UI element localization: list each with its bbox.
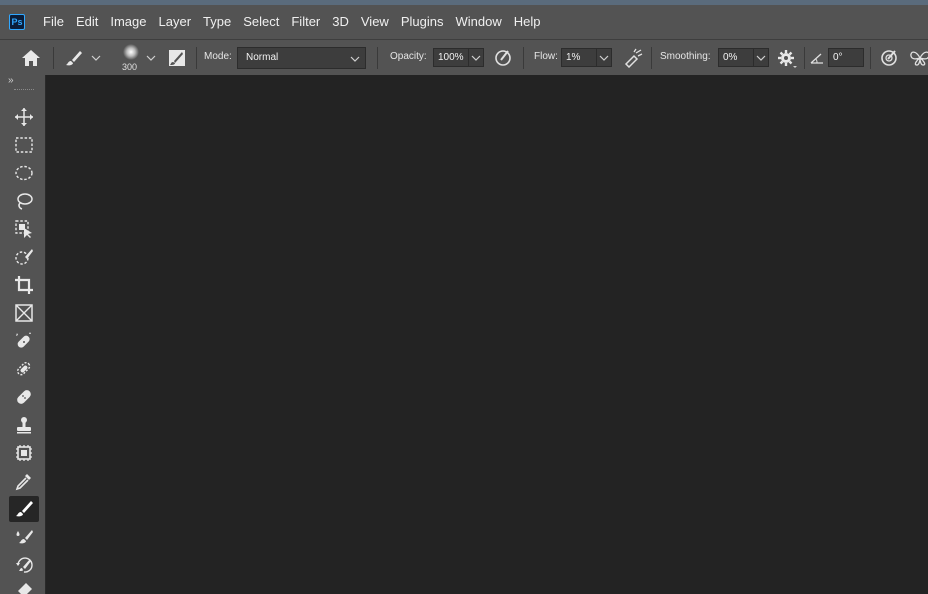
panel-grip[interactable] [14, 89, 34, 92]
crop-tool[interactable] [9, 272, 39, 298]
crop-icon [15, 276, 33, 294]
menu-filter[interactable]: Filter [285, 5, 326, 39]
eraser-icon [18, 583, 32, 594]
eyedropper-icon [15, 474, 31, 491]
collapse-panel-icon[interactable]: » [8, 75, 13, 86]
menu-image[interactable]: Image [104, 5, 152, 39]
document-canvas-area[interactable] [47, 75, 928, 594]
opacity-chevron-down-icon[interactable] [468, 48, 484, 67]
smoothing-field[interactable]: 0% [718, 48, 754, 67]
airbrush-icon[interactable] [622, 48, 644, 69]
lasso-tool[interactable] [9, 188, 39, 214]
tool-preset-chevron-down-icon[interactable] [88, 48, 104, 67]
spot-healing-brush-tool[interactable] [9, 328, 39, 354]
tool-preset-brush-icon[interactable] [63, 48, 85, 68]
menu-edit[interactable]: Edit [70, 5, 104, 39]
healing-brush-icon [17, 390, 31, 404]
object-selection-icon [15, 220, 32, 238]
healing-brush-tool[interactable] [9, 384, 39, 410]
menu-bar: Ps File Edit Image Layer Type Select Fil… [0, 5, 928, 39]
menu-select[interactable]: Select [237, 5, 285, 39]
pattern-icon [16, 445, 32, 461]
separator [523, 47, 524, 69]
mixer-brush-tool[interactable] [9, 524, 39, 550]
frame-icon [15, 304, 33, 322]
opacity-label: Opacity: [390, 51, 427, 62]
mode-value: Normal [246, 52, 279, 63]
history-brush-icon [16, 557, 33, 573]
brush-preset-chevron-down-icon[interactable] [143, 48, 159, 67]
menu-file[interactable]: File [37, 5, 70, 39]
menu-window[interactable]: Window [449, 5, 507, 39]
symmetry-butterfly-icon[interactable] [908, 48, 928, 68]
brush-tool[interactable] [9, 496, 39, 522]
frame-tool[interactable] [9, 300, 39, 326]
elliptical-marquee-tool[interactable] [9, 160, 39, 186]
object-selection-tool[interactable] [9, 216, 39, 242]
flow-label: Flow: [534, 51, 558, 62]
clone-stamp-tool[interactable] [9, 412, 39, 438]
mode-select[interactable]: Normal [237, 47, 366, 69]
separator [804, 47, 805, 69]
separator [651, 47, 652, 69]
history-brush-tool[interactable] [9, 552, 39, 578]
brush-icon [16, 501, 33, 517]
smoothing-settings-gear-icon[interactable] [776, 48, 798, 70]
mixer-brush-icon [16, 530, 33, 544]
flow-chevron-down-icon[interactable] [596, 48, 612, 67]
mode-chevron-down-icon [350, 56, 360, 62]
remove-icon [16, 361, 31, 376]
remove-tool[interactable] [9, 356, 39, 382]
menu-view[interactable]: View [355, 5, 395, 39]
pressure-opacity-icon[interactable] [493, 48, 513, 68]
brush-size-value: 300 [122, 62, 138, 72]
separator [53, 47, 54, 69]
menu-3d[interactable]: 3D [326, 5, 355, 39]
separator [196, 47, 197, 69]
rectangular-marquee-tool[interactable] [9, 132, 39, 158]
stamp-icon [17, 417, 31, 434]
separator [377, 47, 378, 69]
move-tool[interactable] [9, 104, 39, 130]
menu-type[interactable]: Type [197, 5, 237, 39]
pattern-stamp-tool[interactable] [9, 440, 39, 466]
quick-selection-icon [15, 249, 33, 265]
opacity-field[interactable]: 100% [433, 48, 469, 67]
tools-panel: » [0, 75, 46, 594]
quick-selection-tool[interactable] [9, 244, 39, 270]
lasso-icon [17, 193, 33, 210]
separator [870, 47, 871, 69]
flow-field[interactable]: 1% [561, 48, 597, 67]
brush-preset-icon[interactable] [120, 43, 142, 63]
home-icon[interactable] [20, 48, 42, 68]
angle-icon [809, 50, 825, 66]
marquee-rect-icon [15, 137, 33, 153]
move-icon [15, 108, 33, 126]
eraser-tool[interactable] [9, 580, 39, 594]
mode-label: Mode: [204, 51, 232, 62]
spot-healing-icon [16, 332, 31, 348]
smoothing-chevron-down-icon[interactable] [753, 48, 769, 67]
marquee-ellipse-icon [15, 165, 33, 181]
brush-settings-panel-icon[interactable] [167, 48, 187, 68]
menu-layer[interactable]: Layer [153, 5, 198, 39]
angle-field[interactable]: 0° [828, 48, 864, 67]
menu-plugins[interactable]: Plugins [395, 5, 450, 39]
pressure-size-icon[interactable] [878, 48, 900, 68]
eyedropper-tool[interactable] [9, 468, 39, 494]
menu-help[interactable]: Help [508, 5, 547, 39]
options-bar: 300 Mode: Normal Opacity: 100% Flow: 1% … [0, 39, 928, 75]
photoshop-logo-icon[interactable]: Ps [9, 14, 25, 30]
smoothing-label: Smoothing: [660, 51, 711, 62]
